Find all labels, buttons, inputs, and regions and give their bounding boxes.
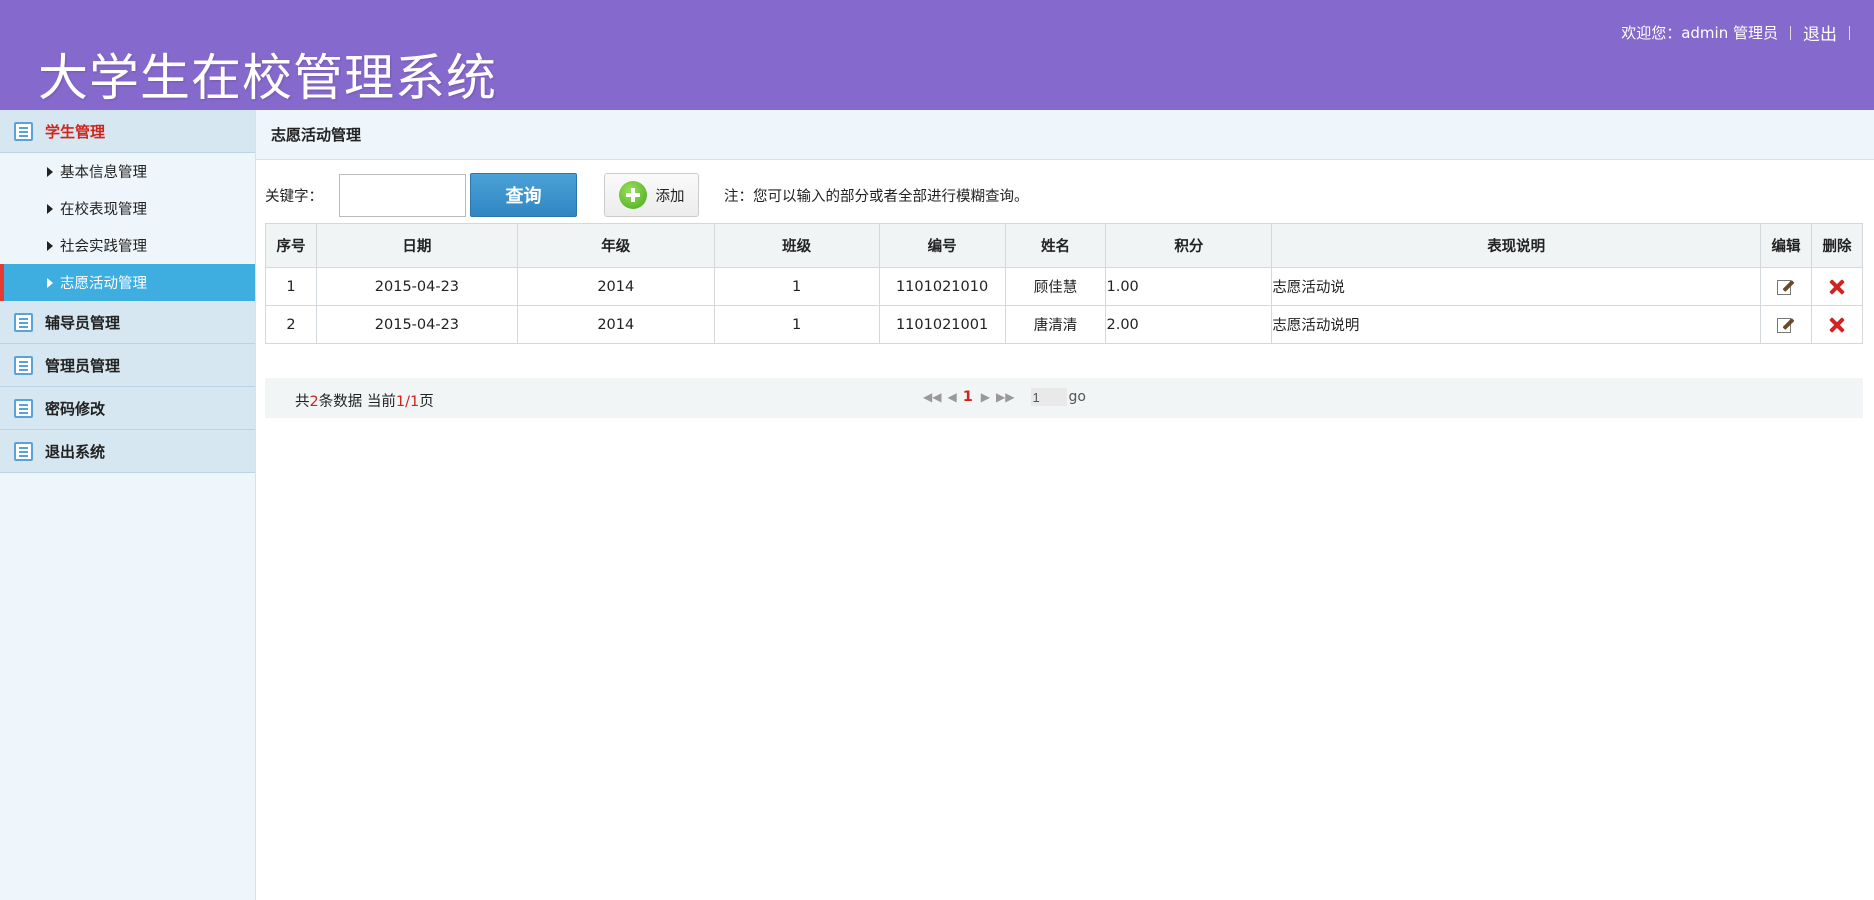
prev-page-icon[interactable]: ◀ [947, 390, 956, 404]
menu-group-label: 退出系统 [45, 442, 106, 461]
triangle-right-icon [47, 166, 53, 177]
triangle-right-icon [47, 240, 53, 251]
search-row: 关键字： 查询 添加 注：您可以输入的部分或者全部进行模糊查询。 [265, 172, 1874, 218]
logout-link[interactable]: 退出 [1803, 20, 1837, 45]
sidebar-item-label: 基本信息管理 [60, 165, 147, 181]
menu-group-exit[interactable]: 退出系统 [0, 430, 255, 473]
col-header: 积分 [1105, 223, 1273, 268]
cell-delete [1810, 305, 1864, 344]
app-title: 大学生在校管理系统 [38, 49, 497, 107]
table-row: 2 2015-04-23 2014 1 1101021001 唐清清 2.00 … [265, 305, 1864, 344]
separator [1849, 25, 1850, 40]
list-icon [14, 121, 33, 141]
sidebar-item-label: 在校表现管理 [60, 202, 147, 218]
pager-prefix: 共 [295, 394, 310, 410]
cell-score: 2.00 [1105, 305, 1273, 344]
col-header: 序号 [265, 223, 317, 268]
add-button-label: 添加 [655, 188, 685, 205]
cell-grade: 2014 [516, 305, 715, 344]
table-row: 1 2015-04-23 2014 1 1101021010 顾佳慧 1.00 … [265, 267, 1864, 306]
sidebar-item-basic-info[interactable]: 基本信息管理 [0, 153, 255, 190]
col-header: 编号 [878, 223, 1006, 268]
cell-id: 1101021010 [878, 267, 1006, 306]
pager-mid: 条数据 当前 [318, 394, 396, 410]
triangle-right-icon [47, 277, 53, 288]
menu-group-counselor[interactable]: 辅导员管理 [0, 301, 255, 344]
keyword-input[interactable] [339, 173, 466, 217]
table-header-row: 序号 日期 年级 班级 编号 姓名 积分 表现说明 编辑 删除 [265, 223, 1864, 268]
sidebar-item-label: 志愿活动管理 [60, 276, 147, 292]
col-header: 日期 [315, 223, 518, 268]
add-button[interactable]: 添加 [604, 173, 699, 217]
list-icon [14, 312, 33, 332]
user-bar: 欢迎您：admin 管理员 退出 [1621, 20, 1862, 45]
cell-class: 1 [713, 305, 880, 344]
cell-grade: 2014 [516, 267, 715, 306]
sidebar-item-label: 社会实践管理 [60, 239, 147, 255]
sidebar-item-volunteer[interactable]: 志愿活动管理 [0, 264, 255, 301]
cell-name: 唐清清 [1004, 305, 1107, 344]
list-icon [14, 355, 33, 375]
pagination-nav: ◀◀ ◀ 1 ▶ ▶▶ go [923, 388, 1086, 406]
header: 大学生在校管理系统 欢迎您：admin 管理员 退出 [0, 0, 1874, 110]
cell-no: 1 [265, 267, 317, 306]
page-jump-input[interactable] [1030, 388, 1067, 406]
list-icon [14, 441, 33, 461]
col-header: 年级 [516, 223, 715, 268]
cell-edit [1760, 267, 1812, 306]
col-header: 表现说明 [1271, 223, 1761, 268]
cell-no: 2 [265, 305, 317, 344]
menu-group-admin[interactable]: 管理员管理 [0, 344, 255, 387]
last-page-icon[interactable]: ▶▶ [996, 390, 1014, 404]
separator [1790, 25, 1791, 40]
menu-group-password[interactable]: 密码修改 [0, 387, 255, 430]
menu-group-label: 密码修改 [45, 399, 106, 418]
next-page-icon[interactable]: ▶ [981, 390, 990, 404]
pagination-summary: 共2条数据 当前1/1页 [295, 390, 434, 411]
sidebar-item-social-practice[interactable]: 社会实践管理 [0, 227, 255, 264]
sidebar: 学生管理 基本信息管理 在校表现管理 社会实践管理 志愿活动管理 辅导员管理 管… [0, 110, 256, 900]
cell-score: 1.00 [1105, 267, 1273, 306]
student-submenu: 基本信息管理 在校表现管理 社会实践管理 志愿活动管理 [0, 153, 255, 301]
search-note: 注：您可以输入的部分或者全部进行模糊查询。 [724, 188, 1029, 205]
cell-class: 1 [713, 267, 880, 306]
plus-icon [618, 181, 647, 209]
list-icon [14, 398, 33, 418]
page-number[interactable]: 1 [963, 389, 973, 405]
delete-icon[interactable] [1829, 317, 1845, 333]
data-table: 序号 日期 年级 班级 编号 姓名 积分 表现说明 编辑 删除 1 2015-0… [265, 223, 1864, 344]
edit-icon[interactable] [1776, 278, 1795, 296]
current-page-info: 1/1 [395, 394, 420, 410]
col-header: 姓名 [1004, 223, 1107, 268]
cell-desc: 志愿活动说明 [1271, 305, 1761, 344]
menu-group-student[interactable]: 学生管理 [0, 110, 255, 153]
welcome-text: 欢迎您：admin 管理员 [1621, 24, 1778, 42]
delete-icon[interactable] [1829, 279, 1845, 295]
menu-group-label: 学生管理 [45, 122, 106, 141]
cell-id: 1101021001 [878, 305, 1006, 344]
cell-delete [1810, 267, 1864, 306]
main-content: 志愿活动管理 关键字： 查询 添加 注：您可以输入的部分或者全部进行模糊查询。 … [256, 110, 1874, 900]
menu-group-label: 管理员管理 [45, 356, 121, 375]
query-button[interactable]: 查询 [470, 173, 577, 217]
pager-suffix: 页 [419, 394, 434, 410]
go-button[interactable]: go [1069, 389, 1086, 405]
cell-edit [1760, 305, 1812, 344]
col-header: 删除 [1810, 223, 1864, 268]
sidebar-item-performance[interactable]: 在校表现管理 [0, 190, 255, 227]
first-page-icon[interactable]: ◀◀ [923, 390, 941, 404]
total-count: 2 [309, 394, 319, 410]
keyword-label: 关键字： [265, 188, 323, 205]
breadcrumb: 志愿活动管理 [256, 110, 1874, 160]
pagination-bar: 共2条数据 当前1/1页 ◀◀ ◀ 1 ▶ ▶▶ go [265, 378, 1863, 418]
cell-name: 顾佳慧 [1004, 267, 1107, 306]
col-header: 班级 [713, 223, 880, 268]
triangle-right-icon [47, 203, 53, 214]
col-header: 编辑 [1760, 223, 1812, 268]
cell-date: 2015-04-23 [315, 267, 518, 306]
cell-date: 2015-04-23 [315, 305, 518, 344]
edit-icon[interactable] [1776, 316, 1795, 334]
cell-desc: 志愿活动说 [1271, 267, 1761, 306]
menu-group-label: 辅导员管理 [45, 313, 121, 332]
